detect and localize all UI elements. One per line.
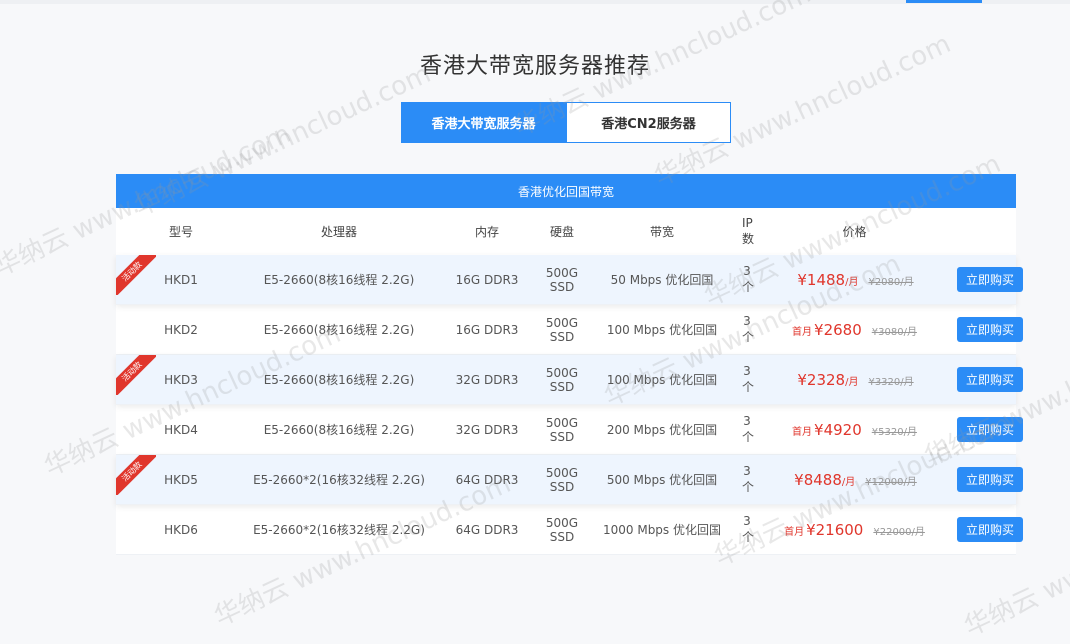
price-original: ¥5320/月 bbox=[871, 426, 917, 438]
cell-cpu: E5-2660(8核16线程 2.2G) bbox=[263, 273, 415, 287]
promo-ribbon: 活动款 bbox=[116, 455, 156, 495]
price-current: ¥4920 bbox=[814, 420, 862, 439]
cell-ip: 3个 bbox=[742, 364, 755, 394]
cell-cpu: E5-2660*2(16核32线程 2.2G) bbox=[253, 523, 425, 537]
price-current: ¥8488 bbox=[794, 470, 842, 489]
cell-cpu: E5-2660(8核16线程 2.2G) bbox=[263, 323, 415, 337]
cell-action: 立即购买 bbox=[957, 517, 1023, 542]
table-title: 香港优化回国带宽 bbox=[116, 174, 1016, 208]
promo-ribbon: 活动款 bbox=[116, 355, 156, 395]
price-prefix: 首月 bbox=[784, 526, 805, 538]
price-current: ¥2680 bbox=[814, 320, 862, 339]
cell-disk: 500G SSD bbox=[545, 315, 579, 344]
nav-active-indicator bbox=[906, 0, 982, 3]
buy-button[interactable]: 立即购买 bbox=[957, 317, 1023, 342]
table-body: 活动款 HKD1 E5-2660(8核16线程 2.2G) 16G DDR3 500G … bbox=[116, 255, 1023, 555]
col-price: 价格 bbox=[842, 225, 867, 239]
tab-hk-cn2[interactable]: 香港CN2服务器 bbox=[566, 102, 731, 143]
buy-button[interactable]: 立即购买 bbox=[957, 267, 1023, 292]
price-unit: /月 bbox=[845, 376, 859, 388]
table-row: HKD4 E5-2660(8核16线程 2.2G) 32G DDR3 500G SSD… bbox=[116, 405, 1023, 455]
cell-ip: 3个 bbox=[742, 514, 755, 544]
cell-bandwidth: 500 Mbps 优化回国 bbox=[606, 473, 718, 487]
price-unit: /月 bbox=[841, 476, 856, 488]
table-row: 活动款 HKD1 E5-2660(8核16线程 2.2G) 16G DDR3 500G … bbox=[116, 255, 1023, 305]
table-row: 活动款 HKD3 E5-2660(8核16线程 2.2G) 32G DDR3 500G … bbox=[116, 355, 1023, 405]
price-unit: /月 bbox=[845, 276, 859, 288]
cell-cpu: E5-2660*2(16核32线程 2.2G) bbox=[253, 473, 425, 487]
col-memory: 内存 bbox=[474, 225, 499, 239]
cell-bandwidth: 1000 Mbps 优化回国 bbox=[602, 523, 721, 537]
cell-disk: 500G SSD bbox=[545, 465, 579, 494]
cell-memory: 16G DDR3 bbox=[455, 272, 519, 287]
price-prefix: 首月 bbox=[792, 326, 813, 338]
cell-ip: 3个 bbox=[742, 464, 755, 494]
cell-memory: 16G DDR3 bbox=[455, 322, 519, 337]
col-ip: IP数 bbox=[742, 216, 755, 246]
cell-memory: 64G DDR3 bbox=[455, 472, 519, 487]
tab-hk-bandwidth[interactable]: 香港大带宽服务器 bbox=[401, 102, 566, 143]
cell-memory: 32G DDR3 bbox=[455, 372, 519, 387]
promo-ribbon-label: 活动款 bbox=[116, 355, 156, 395]
column-headers: 型号 处理器 内存 硬盘 带宽 IP数 价格 bbox=[116, 208, 1016, 255]
cell-memory: 64G DDR3 bbox=[455, 522, 519, 537]
col-disk: 硬盘 bbox=[549, 225, 574, 239]
price-original: ¥12000/月 bbox=[865, 476, 917, 488]
cell-disk: 500G SSD bbox=[545, 265, 579, 294]
col-model: 型号 bbox=[168, 225, 193, 239]
cell-action: 立即购买 bbox=[957, 367, 1023, 392]
tab-bar: 香港大带宽服务器 香港CN2服务器 bbox=[401, 102, 731, 143]
cell-price: 首月 ¥21600 ¥22000/月 bbox=[752, 521, 957, 539]
promo-ribbon: 活动款 bbox=[116, 255, 156, 295]
cell-disk: 500G SSD bbox=[545, 415, 579, 444]
cell-bandwidth: 200 Mbps 优化回国 bbox=[606, 423, 718, 437]
price-original: ¥22000/月 bbox=[873, 526, 925, 538]
cell-price: ¥1488/月 ¥2080/月 bbox=[752, 271, 957, 289]
cell-model: HKD2 bbox=[164, 322, 198, 337]
buy-button[interactable]: 立即购买 bbox=[957, 367, 1023, 392]
cell-ip: 3个 bbox=[742, 414, 755, 444]
price-current: ¥1488 bbox=[797, 270, 846, 289]
cell-price: ¥2328/月 ¥3320/月 bbox=[752, 371, 957, 389]
cell-action: 立即购买 bbox=[957, 317, 1023, 342]
cell-disk: 500G SSD bbox=[545, 515, 579, 544]
table-row: 活动款 HKD5 E5-2660*2(16核32线程 2.2G) 64G DDR3 50… bbox=[116, 455, 1023, 505]
price-current: ¥2328 bbox=[797, 370, 846, 389]
cell-cpu: E5-2660(8核16线程 2.2G) bbox=[263, 423, 415, 437]
cell-bandwidth: 100 Mbps 优化回国 bbox=[606, 373, 718, 387]
buy-button[interactable]: 立即购买 bbox=[957, 417, 1023, 442]
price-original: ¥3320/月 bbox=[868, 376, 914, 388]
cell-model: HKD6 bbox=[164, 522, 198, 537]
cell-price: ¥8488/月 ¥12000/月 bbox=[752, 471, 957, 489]
cell-cpu: E5-2660(8核16线程 2.2G) bbox=[263, 373, 415, 387]
cell-ip: 3个 bbox=[742, 314, 755, 344]
cell-action: 立即购买 bbox=[957, 467, 1023, 492]
price-original: ¥2080/月 bbox=[868, 276, 914, 288]
col-cpu: 处理器 bbox=[320, 225, 357, 239]
page-title: 香港大带宽服务器推荐 bbox=[419, 54, 650, 79]
col-bandwidth: 带宽 bbox=[649, 225, 674, 239]
server-table: 香港优化回国带宽 型号 处理器 内存 硬盘 带宽 IP数 价格 活动款 HKD1 E… bbox=[116, 174, 1023, 555]
table-row: HKD6 E5-2660*2(16核32线程 2.2G) 64G DDR3 500G … bbox=[116, 505, 1023, 555]
cell-bandwidth: 50 Mbps 优化回国 bbox=[610, 273, 714, 287]
cell-model: HKD4 bbox=[164, 422, 198, 437]
price-prefix: 首月 bbox=[792, 426, 813, 438]
cell-bandwidth: 100 Mbps 优化回国 bbox=[606, 323, 718, 337]
buy-button[interactable]: 立即购买 bbox=[957, 517, 1023, 542]
cell-ip: 3个 bbox=[742, 264, 755, 294]
price-current: ¥21600 bbox=[806, 520, 864, 539]
promo-ribbon-label: 活动款 bbox=[116, 255, 156, 295]
cell-price: 首月 ¥4920 ¥5320/月 bbox=[752, 421, 957, 439]
cell-memory: 32G DDR3 bbox=[455, 422, 519, 437]
cell-action: 立即购买 bbox=[957, 267, 1023, 292]
table-row: HKD2 E5-2660(8核16线程 2.2G) 16G DDR3 500G SSD… bbox=[116, 305, 1023, 355]
cell-action: 立即购买 bbox=[957, 417, 1023, 442]
buy-button[interactable]: 立即购买 bbox=[957, 467, 1023, 492]
promo-ribbon-label: 活动款 bbox=[116, 455, 156, 495]
price-original: ¥3080/月 bbox=[871, 326, 917, 338]
cell-disk: 500G SSD bbox=[545, 365, 579, 394]
cell-price: 首月 ¥2680 ¥3080/月 bbox=[752, 321, 957, 339]
